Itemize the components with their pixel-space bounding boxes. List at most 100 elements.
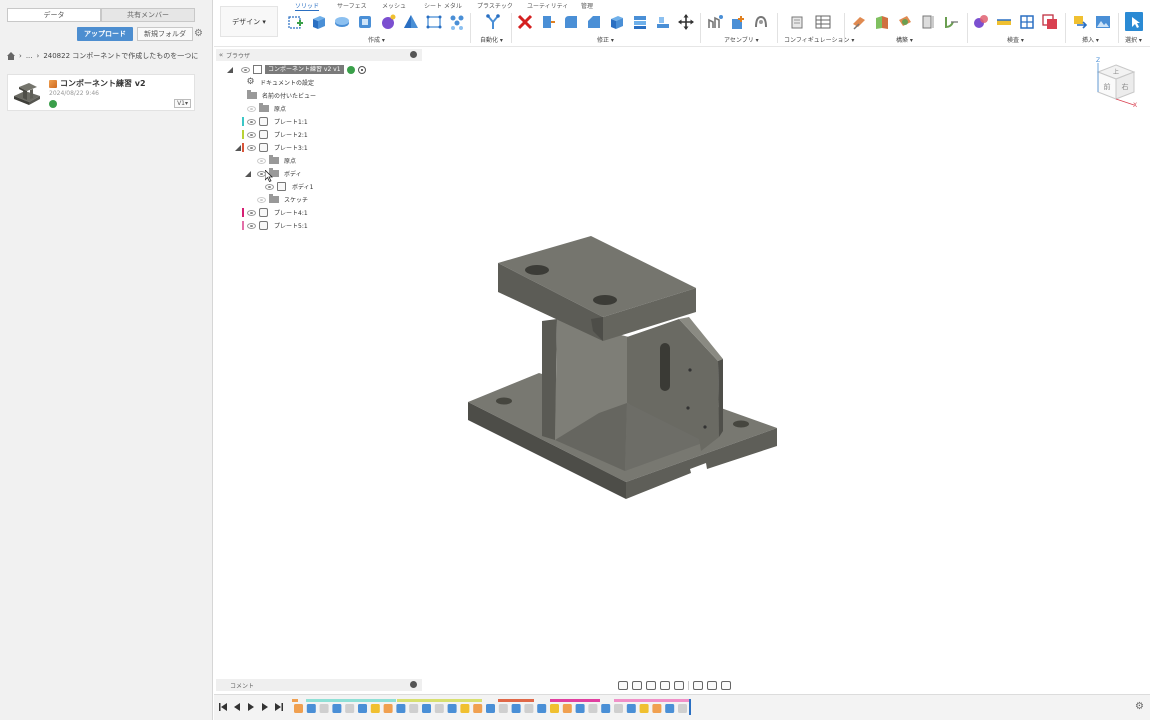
collapse-arrow-icon[interactable]	[234, 144, 242, 152]
timeline-feature-icon[interactable]	[626, 704, 636, 713]
tree-item-plate2[interactable]: プレート2:1	[216, 128, 422, 141]
fillet-icon[interactable]	[563, 14, 579, 30]
midplane-icon[interactable]	[920, 14, 936, 30]
timeline-feature-icon[interactable]	[383, 704, 393, 713]
group-create[interactable]: 作成 ▾	[368, 35, 385, 44]
visibility-eye-icon[interactable]	[247, 131, 256, 138]
tab-solid[interactable]: ソリッド	[295, 1, 320, 11]
timeline-feature-icon[interactable]	[562, 704, 572, 713]
new-component-icon[interactable]	[730, 14, 746, 30]
timeline-feature-icon[interactable]	[434, 704, 444, 713]
tab-manage[interactable]: 管理	[581, 1, 593, 10]
zoom-icon[interactable]	[660, 680, 670, 690]
rigid-group-icon[interactable]	[753, 14, 769, 30]
step-back-icon[interactable]	[233, 703, 241, 711]
new-folder-button[interactable]: 新規フォルダ	[137, 27, 193, 41]
expand-arrow-icon[interactable]	[234, 130, 242, 139]
timeline-feature-icon[interactable]	[678, 704, 687, 713]
tab-mesh[interactable]: メッシュ	[382, 1, 406, 10]
timeline-feature-icon[interactable]	[511, 704, 521, 713]
visibility-eye-icon[interactable]	[265, 183, 274, 190]
viewcube-right-face[interactable]: 右	[1122, 82, 1129, 91]
tree-item-plate4[interactable]: プレート4:1	[216, 206, 422, 219]
insert-image-icon[interactable]	[1095, 14, 1111, 30]
mirror-icon[interactable]	[449, 14, 465, 30]
timeline-settings-gear-icon[interactable]: ⚙	[1135, 702, 1145, 712]
visibility-eye-icon[interactable]	[241, 66, 250, 73]
timeline-feature-icon[interactable]	[332, 704, 342, 713]
timeline-feature-icon[interactable]	[639, 704, 649, 713]
tree-item-named-views[interactable]: 名前の付いたビュー	[216, 89, 422, 102]
add-comment-icon[interactable]	[410, 681, 417, 688]
expand-arrow-icon[interactable]	[234, 208, 242, 217]
go-to-start-icon[interactable]	[219, 703, 227, 711]
timeline-feature-icon[interactable]	[575, 704, 585, 713]
timeline-feature-icon[interactable]	[306, 704, 316, 713]
expand-arrow-icon[interactable]	[244, 195, 252, 204]
look-at-icon[interactable]	[632, 680, 642, 690]
tab-sheet-metal[interactable]: シート メタル	[424, 1, 462, 10]
version-dropdown[interactable]: V1▾	[174, 99, 191, 108]
settings-gear-icon[interactable]: ⚙	[194, 29, 204, 39]
timeline-track[interactable]	[292, 699, 692, 715]
grid-snap-icon[interactable]	[707, 680, 717, 690]
rib-icon[interactable]	[403, 14, 419, 30]
viewcube-front-face[interactable]: 前	[1104, 82, 1111, 91]
expand-arrow-icon[interactable]	[234, 91, 242, 100]
viewcube-top-face[interactable]: 上	[1113, 68, 1119, 76]
display-component-colors-icon[interactable]	[1042, 14, 1058, 30]
expand-arrow-icon[interactable]	[234, 78, 242, 87]
tree-root[interactable]: コンポーネント練習 v2 v1	[216, 63, 422, 76]
timeline-feature-icon[interactable]	[550, 704, 559, 713]
group-inspect[interactable]: 検査 ▾	[1007, 35, 1024, 44]
activate-radio-icon[interactable]	[357, 65, 366, 74]
fit-icon[interactable]	[674, 680, 684, 690]
timeline-feature-icon[interactable]	[652, 704, 662, 713]
visibility-eye-icon[interactable]	[257, 157, 266, 164]
tree-item-plate1[interactable]: プレート1:1	[216, 115, 422, 128]
align-icon[interactable]	[655, 14, 671, 30]
configure-icon[interactable]	[790, 14, 806, 30]
breadcrumb-folder[interactable]: 240822 コンポーネントで作成したものを一つに	[43, 51, 198, 61]
upload-button[interactable]: アップロード	[77, 27, 133, 41]
timeline-feature-icon[interactable]	[294, 704, 303, 713]
display-settings-icon[interactable]	[693, 680, 703, 690]
viewports-icon[interactable]	[721, 680, 731, 690]
expand-arrow-icon[interactable]	[244, 156, 252, 165]
tab-surface[interactable]: サーフェス	[337, 1, 367, 10]
plane-at-angle-icon[interactable]	[874, 14, 890, 30]
tree-item-plate5[interactable]: プレート5:1	[216, 219, 422, 232]
timeline-feature-icon[interactable]	[473, 704, 483, 713]
visibility-eye-icon[interactable]	[247, 105, 256, 112]
go-to-end-icon[interactable]	[275, 703, 283, 711]
expand-arrow-icon[interactable]	[226, 66, 234, 74]
workspace-switcher[interactable]: デザイン ▾	[220, 6, 278, 37]
timeline-feature-icon[interactable]	[460, 704, 470, 713]
visibility-eye-icon[interactable]	[257, 196, 266, 203]
viewcube[interactable]: 上 前 右 Z X	[1093, 55, 1139, 107]
file-card[interactable]: コンポーネント練習 v2 2024/08/22 9:46 V1▾	[7, 74, 195, 111]
automate-icon[interactable]	[485, 14, 501, 30]
timeline-feature-icon[interactable]	[447, 704, 457, 713]
group-select[interactable]: 選択 ▾	[1125, 35, 1142, 44]
timeline-feature-icon[interactable]	[524, 704, 534, 713]
tree-item-body1[interactable]: ボディ1	[216, 180, 422, 193]
collapse-panel-icon[interactable]: «	[216, 51, 226, 59]
interference-icon[interactable]	[996, 14, 1012, 30]
pattern-icon[interactable]	[426, 14, 442, 30]
create-sketch-icon[interactable]	[288, 14, 304, 30]
tree-item-plate3-origin[interactable]: 原点	[216, 154, 422, 167]
tree-item-document-settings[interactable]: ⚙ ドキュメントの設定	[216, 76, 422, 89]
tab-shared-members[interactable]: 共有メンバー	[101, 8, 195, 22]
expand-arrow-icon[interactable]	[234, 221, 242, 230]
timeline-feature-icon[interactable]	[537, 704, 547, 713]
select-button[interactable]	[1125, 12, 1143, 31]
tree-item-origin[interactable]: 原点	[216, 102, 422, 115]
timeline-feature-icon[interactable]	[319, 704, 329, 713]
tree-item-bodies[interactable]: ボディ	[216, 167, 422, 180]
play-icon[interactable]	[247, 703, 255, 711]
group-assemble[interactable]: アセンブリ ▾	[724, 35, 759, 44]
revolve-icon[interactable]	[334, 14, 350, 30]
delete-icon[interactable]	[517, 14, 533, 30]
shell-icon[interactable]	[609, 14, 625, 30]
